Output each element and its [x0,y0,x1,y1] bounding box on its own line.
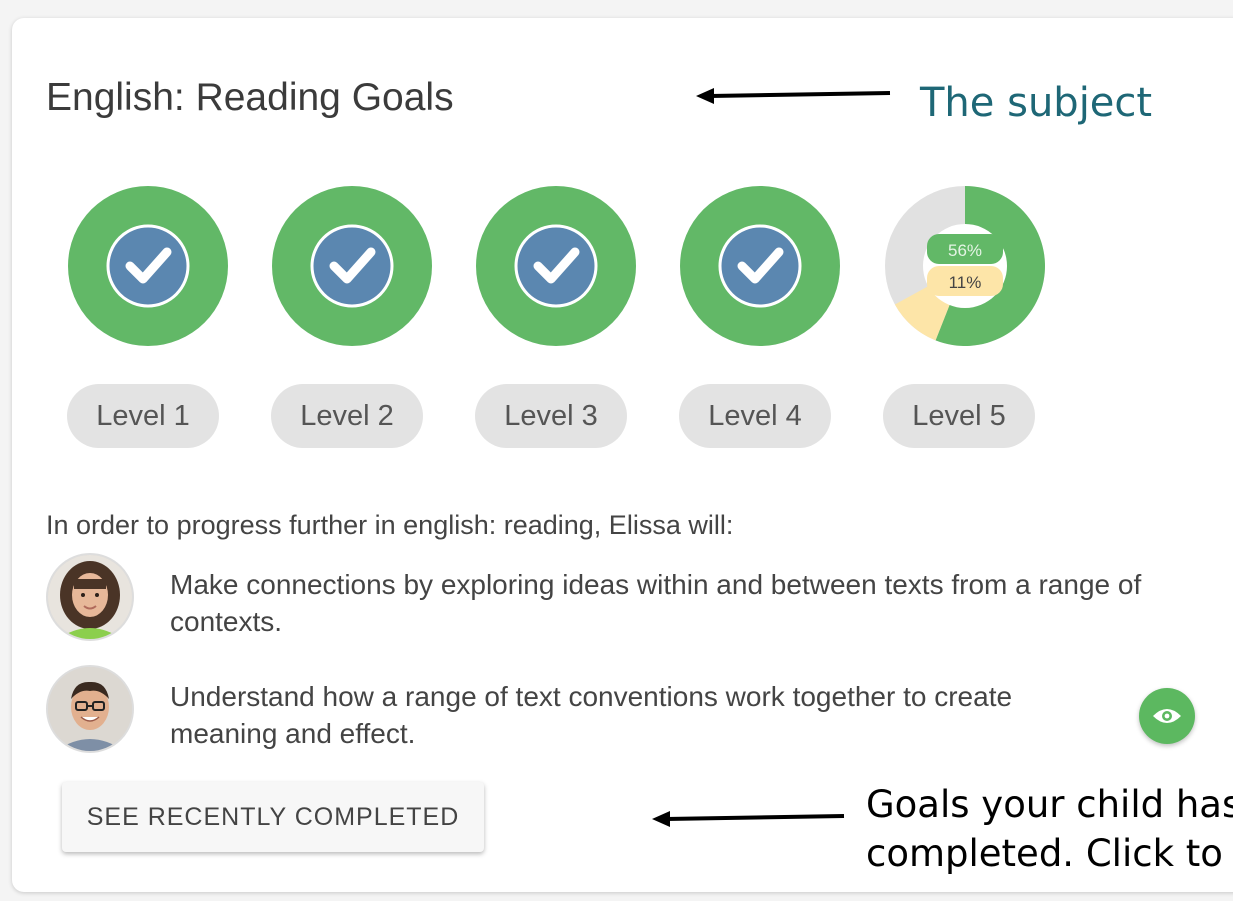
view-goals-button[interactable] [1139,688,1195,744]
goals-annotation: Goals your child has completed. Click to [866,780,1233,878]
goals-annotation-line-2: completed. Click to [866,832,1223,875]
goal-item: Make connections by exploring ideas with… [170,569,1142,637]
check-icon [718,224,802,308]
working-percent: 11% [949,273,982,292]
level-5-progress-ring[interactable]: 56% 11% [885,186,1045,346]
achieved-percent: 56% [948,241,982,260]
level-1-complete-ring[interactable] [68,186,228,346]
subject-annotation: The subject [920,80,1153,126]
level-3-complete-ring[interactable] [476,186,636,346]
reading-goals-card [12,18,1233,892]
page-title: English: Reading Goals [46,76,454,119]
goals-annotation-line-1: Goals your child has [866,783,1233,826]
progress-intro: In order to progress further in english:… [46,510,734,540]
level-2-complete-ring[interactable] [272,186,432,346]
level-4-complete-ring[interactable] [680,186,840,346]
level-3-chip[interactable]: Level 3 [475,384,627,448]
level-2-chip[interactable]: Level 2 [271,384,423,448]
check-icon [514,224,598,308]
check-icon [106,224,190,308]
student-avatar [46,553,134,641]
level-5-chip[interactable]: Level 5 [883,384,1035,448]
goal-item: Understand how a range of text conventio… [170,681,1013,749]
see-recently-completed-button[interactable]: SEE RECENTLY COMPLETED [62,782,484,852]
level-4-chip[interactable]: Level 4 [679,384,831,448]
level-1-chip[interactable]: Level 1 [67,384,219,448]
subject-arrow [696,88,891,104]
goals-arrow [652,811,845,827]
teacher-avatar [46,665,134,753]
check-icon [310,224,394,308]
eye-icon [1153,709,1181,723]
